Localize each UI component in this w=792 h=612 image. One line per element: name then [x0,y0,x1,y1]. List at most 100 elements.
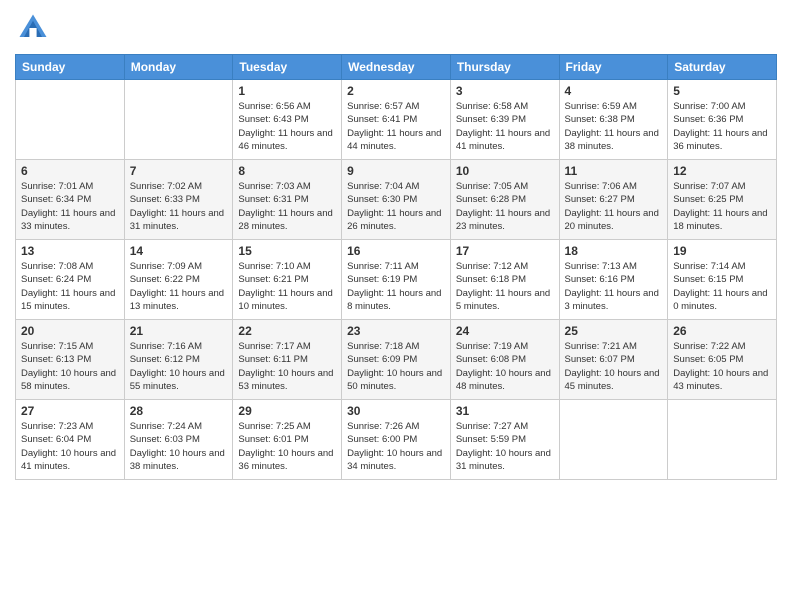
day-number: 18 [565,244,663,258]
day-info: Sunrise: 6:57 AMSunset: 6:41 PMDaylight:… [347,100,445,153]
day-info: Sunrise: 7:14 AMSunset: 6:15 PMDaylight:… [673,260,771,313]
day-info: Sunrise: 7:03 AMSunset: 6:31 PMDaylight:… [238,180,336,233]
day-info: Sunrise: 6:59 AMSunset: 6:38 PMDaylight:… [565,100,663,153]
day-info: Sunrise: 7:24 AMSunset: 6:03 PMDaylight:… [130,420,228,473]
day-info: Sunrise: 7:12 AMSunset: 6:18 PMDaylight:… [456,260,554,313]
calendar-week-1: 1 Sunrise: 6:56 AMSunset: 6:43 PMDaylight… [16,80,777,160]
day-number: 11 [565,164,663,178]
calendar-cell: 25 Sunrise: 7:21 AMSunset: 6:07 PMDayligh… [559,320,668,400]
day-header-sunday: Sunday [16,55,125,80]
day-info: Sunrise: 7:25 AMSunset: 6:01 PMDaylight:… [238,420,336,473]
calendar-cell: 10 Sunrise: 7:05 AMSunset: 6:28 PMDayligh… [450,160,559,240]
day-number: 5 [673,84,771,98]
day-info: Sunrise: 7:19 AMSunset: 6:08 PMDaylight:… [456,340,554,393]
day-number: 12 [673,164,771,178]
day-number: 22 [238,324,336,338]
day-number: 3 [456,84,554,98]
calendar-cell: 9 Sunrise: 7:04 AMSunset: 6:30 PMDaylight… [342,160,451,240]
day-info: Sunrise: 7:17 AMSunset: 6:11 PMDaylight:… [238,340,336,393]
day-number: 20 [21,324,119,338]
calendar-cell: 23 Sunrise: 7:18 AMSunset: 6:09 PMDayligh… [342,320,451,400]
calendar-cell: 4 Sunrise: 6:59 AMSunset: 6:38 PMDaylight… [559,80,668,160]
calendar-cell: 22 Sunrise: 7:17 AMSunset: 6:11 PMDayligh… [233,320,342,400]
day-info: Sunrise: 7:21 AMSunset: 6:07 PMDaylight:… [565,340,663,393]
calendar-cell: 2Sunrise: 6:57 AMSunset: 6:41 PMDaylight… [342,80,451,160]
calendar-cell: 5Sunrise: 7:00 AMSunset: 6:36 PMDaylight… [668,80,777,160]
day-header-monday: Monday [124,55,233,80]
day-number: 29 [238,404,336,418]
day-info: Sunrise: 7:15 AMSunset: 6:13 PMDaylight:… [21,340,119,393]
calendar-cell: 15 Sunrise: 7:10 AMSunset: 6:21 PMDayligh… [233,240,342,320]
calendar-cell: 31 Sunrise: 7:27 AMSunset: 5:59 PMDayligh… [450,400,559,480]
calendar-cell: 14 Sunrise: 7:09 AMSunset: 6:22 PMDayligh… [124,240,233,320]
day-number: 23 [347,324,445,338]
calendar-cell: 12 Sunrise: 7:07 AMSunset: 6:25 PMDayligh… [668,160,777,240]
calendar-cell: 20 Sunrise: 7:15 AMSunset: 6:13 PMDayligh… [16,320,125,400]
day-info: Sunrise: 7:27 AMSunset: 5:59 PMDaylight:… [456,420,554,473]
day-number: 19 [673,244,771,258]
calendar-cell: 27 Sunrise: 7:23 AMSunset: 6:04 PMDayligh… [16,400,125,480]
day-number: 14 [130,244,228,258]
day-number: 25 [565,324,663,338]
day-info: Sunrise: 7:18 AMSunset: 6:09 PMDaylight:… [347,340,445,393]
day-info: Sunrise: 7:26 AMSunset: 6:00 PMDaylight:… [347,420,445,473]
day-info: Sunrise: 6:58 AMSunset: 6:39 PMDaylight:… [456,100,554,153]
day-number: 9 [347,164,445,178]
day-number: 26 [673,324,771,338]
calendar-cell: 29 Sunrise: 7:25 AMSunset: 6:01 PMDayligh… [233,400,342,480]
calendar-cell: 7Sunrise: 7:02 AMSunset: 6:33 PMDaylight… [124,160,233,240]
day-header-wednesday: Wednesday [342,55,451,80]
calendar-cell: 21 Sunrise: 7:16 AMSunset: 6:12 PMDayligh… [124,320,233,400]
day-number: 10 [456,164,554,178]
day-number: 15 [238,244,336,258]
day-info: Sunrise: 7:08 AMSunset: 6:24 PMDaylight:… [21,260,119,313]
day-number: 16 [347,244,445,258]
calendar-cell: 8Sunrise: 7:03 AMSunset: 6:31 PMDaylight… [233,160,342,240]
day-info: Sunrise: 7:16 AMSunset: 6:12 PMDaylight:… [130,340,228,393]
day-info: Sunrise: 7:04 AMSunset: 6:30 PMDaylight:… [347,180,445,233]
logo [15,10,55,46]
day-number: 4 [565,84,663,98]
calendar-cell: 11 Sunrise: 7:06 AMSunset: 6:27 PMDayligh… [559,160,668,240]
header [15,10,777,46]
day-number: 27 [21,404,119,418]
calendar-table: SundayMondayTuesdayWednesdayThursdayFrid… [15,54,777,480]
day-info: Sunrise: 7:11 AMSunset: 6:19 PMDaylight:… [347,260,445,313]
day-number: 6 [21,164,119,178]
day-number: 1 [238,84,336,98]
day-header-friday: Friday [559,55,668,80]
day-header-saturday: Saturday [668,55,777,80]
calendar-cell [124,80,233,160]
day-info: Sunrise: 7:10 AMSunset: 6:21 PMDaylight:… [238,260,336,313]
calendar-cell: 26 Sunrise: 7:22 AMSunset: 6:05 PMDayligh… [668,320,777,400]
day-info: Sunrise: 6:56 AMSunset: 6:43 PMDaylight:… [238,100,336,153]
calendar-cell: 28 Sunrise: 7:24 AMSunset: 6:03 PMDayligh… [124,400,233,480]
calendar-cell: 16 Sunrise: 7:11 AMSunset: 6:19 PMDayligh… [342,240,451,320]
calendar-header-row: SundayMondayTuesdayWednesdayThursdayFrid… [16,55,777,80]
day-info: Sunrise: 7:09 AMSunset: 6:22 PMDaylight:… [130,260,228,313]
calendar-cell: 1 Sunrise: 6:56 AMSunset: 6:43 PMDaylight… [233,80,342,160]
day-info: Sunrise: 7:06 AMSunset: 6:27 PMDaylight:… [565,180,663,233]
calendar-cell: 24 Sunrise: 7:19 AMSunset: 6:08 PMDayligh… [450,320,559,400]
day-info: Sunrise: 7:22 AMSunset: 6:05 PMDaylight:… [673,340,771,393]
calendar-cell [16,80,125,160]
day-info: Sunrise: 7:05 AMSunset: 6:28 PMDaylight:… [456,180,554,233]
calendar-week-4: 20 Sunrise: 7:15 AMSunset: 6:13 PMDayligh… [16,320,777,400]
day-number: 24 [456,324,554,338]
day-header-tuesday: Tuesday [233,55,342,80]
calendar-cell: 18 Sunrise: 7:13 AMSunset: 6:16 PMDayligh… [559,240,668,320]
calendar-cell: 19 Sunrise: 7:14 AMSunset: 6:15 PMDayligh… [668,240,777,320]
day-number: 28 [130,404,228,418]
calendar-cell: 17Sunrise: 7:12 AMSunset: 6:18 PMDayligh… [450,240,559,320]
day-number: 21 [130,324,228,338]
calendar-week-5: 27 Sunrise: 7:23 AMSunset: 6:04 PMDayligh… [16,400,777,480]
day-number: 31 [456,404,554,418]
day-number: 13 [21,244,119,258]
day-info: Sunrise: 7:13 AMSunset: 6:16 PMDaylight:… [565,260,663,313]
day-number: 7 [130,164,228,178]
day-info: Sunrise: 7:07 AMSunset: 6:25 PMDaylight:… [673,180,771,233]
calendar-cell: 6Sunrise: 7:01 AMSunset: 6:34 PMDaylight… [16,160,125,240]
day-info: Sunrise: 7:23 AMSunset: 6:04 PMDaylight:… [21,420,119,473]
calendar-cell [559,400,668,480]
calendar-cell: 30Sunrise: 7:26 AMSunset: 6:00 PMDayligh… [342,400,451,480]
